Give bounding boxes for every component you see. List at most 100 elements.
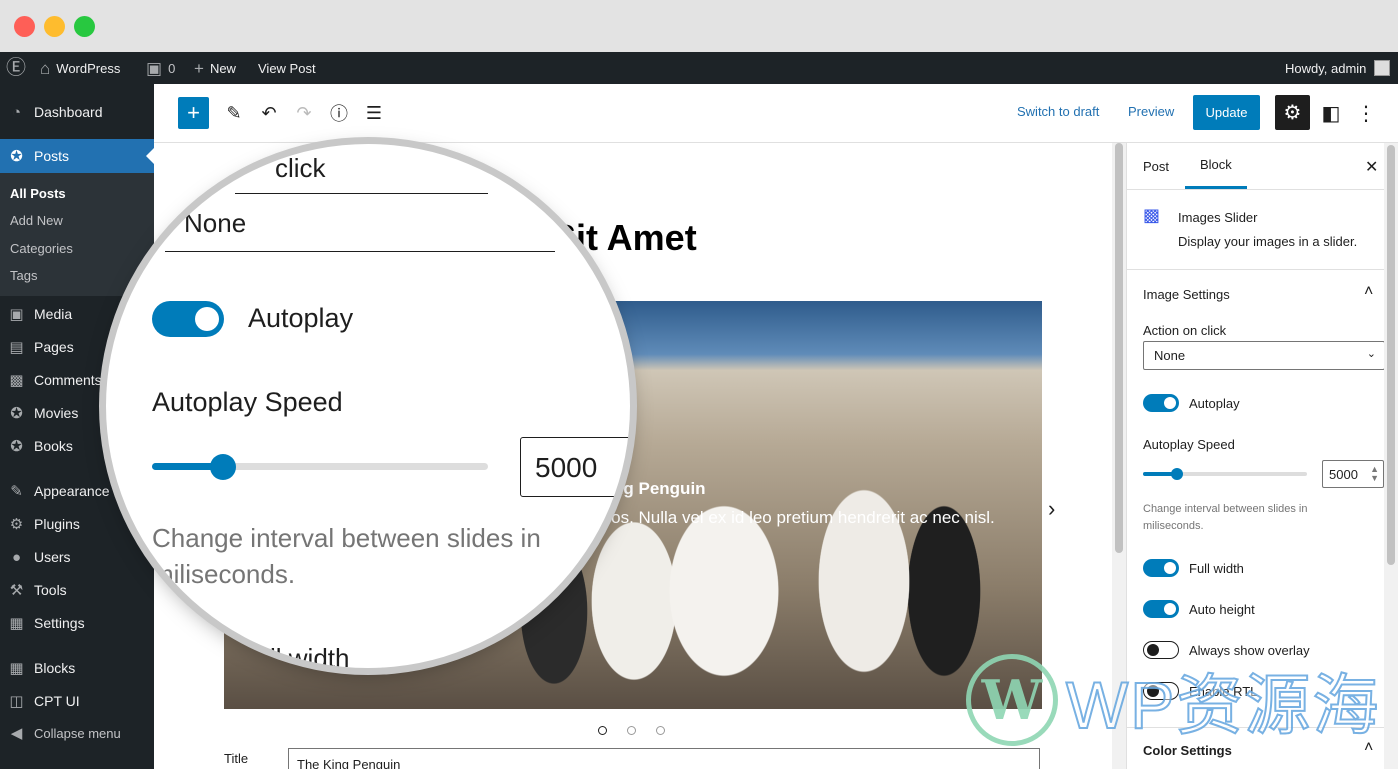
settings-toggle-button[interactable]: ⚙ bbox=[1275, 95, 1310, 130]
redo-icon: ↷ bbox=[296, 102, 312, 123]
submenu-add-new[interactable]: Add New bbox=[10, 213, 63, 228]
menu-blocks-label: Blocks bbox=[34, 660, 76, 676]
collapse-menu-button[interactable]: ◀ Collapse menu bbox=[0, 716, 154, 750]
slider-dot[interactable] bbox=[656, 726, 665, 735]
pencil-icon: ✎ bbox=[226, 102, 242, 123]
auto-height-toggle[interactable] bbox=[1143, 600, 1179, 618]
menu-plugins-label: Plugins bbox=[34, 516, 80, 532]
site-name-label: WordPress bbox=[56, 60, 121, 76]
more-options-button[interactable]: ⋮ bbox=[1354, 97, 1378, 129]
action-on-click-value: None bbox=[1154, 348, 1186, 363]
avatar bbox=[1374, 60, 1391, 76]
undo-button[interactable]: ↶ bbox=[255, 97, 283, 129]
close-icon: ✕ bbox=[1365, 159, 1379, 176]
close-panel-button[interactable]: ✕ bbox=[1365, 157, 1378, 177]
action-on-click-select[interactable]: None ⌄ bbox=[1143, 341, 1385, 370]
action-on-click-label: Action on click bbox=[1143, 323, 1227, 338]
preview-button[interactable]: Preview bbox=[1128, 104, 1174, 119]
tab-block[interactable]: Block bbox=[1185, 143, 1247, 189]
vertical-ellipsis-icon: ⋮ bbox=[1356, 102, 1376, 125]
mag-speed-input: 5000 bbox=[520, 437, 630, 497]
menu-dashboard[interactable]: ◔ Dashboard bbox=[0, 95, 154, 129]
menu-cpt-ui[interactable]: ◫ CPT UI bbox=[0, 684, 154, 718]
speed-slider-thumb[interactable] bbox=[1171, 468, 1184, 480]
list-view-icon: ☰ bbox=[365, 102, 383, 123]
menu-pages-label: Pages bbox=[34, 339, 74, 355]
pushpin-icon: ✪ bbox=[10, 438, 23, 455]
slider-next-button[interactable]: › bbox=[1048, 496, 1055, 522]
divider bbox=[1127, 189, 1385, 190]
image-settings-heading[interactable]: Image Settings bbox=[1143, 287, 1230, 302]
submenu-tags[interactable]: Tags bbox=[10, 268, 37, 283]
comments-icon: ▩ bbox=[9, 372, 24, 389]
magnifier-callout: click None Autoplay Autoplay Speed 5000 … bbox=[106, 144, 630, 668]
zoom-window-button[interactable] bbox=[74, 16, 95, 37]
menu-users-label: Users bbox=[34, 549, 71, 565]
paintbrush-icon: ✎ bbox=[10, 483, 23, 500]
panel-scrollbar[interactable] bbox=[1384, 143, 1398, 769]
mag-help-line2: miliseconds. bbox=[152, 559, 296, 589]
details-button[interactable]: ⓘ bbox=[325, 97, 353, 129]
panel-scrollbar-thumb[interactable] bbox=[1387, 145, 1395, 565]
update-button[interactable]: Update bbox=[1193, 95, 1260, 130]
submenu-all-posts[interactable]: All Posts bbox=[10, 186, 66, 201]
plugin-sidebar-button[interactable]: ◧ bbox=[1316, 97, 1346, 129]
media-icon: ▣ bbox=[9, 306, 24, 323]
mag-speed-slider bbox=[152, 454, 488, 480]
chevron-down-icon: ⌄ bbox=[1366, 348, 1376, 360]
view-post-link[interactable]: View Post bbox=[258, 52, 316, 84]
menu-cpt-ui-label: CPT UI bbox=[34, 693, 80, 709]
auto-height-label: Auto height bbox=[1189, 602, 1255, 617]
howdy-label: Howdy, admin bbox=[1285, 60, 1367, 76]
slider-pagination bbox=[598, 726, 665, 735]
autoplay-toggle[interactable] bbox=[1143, 394, 1179, 412]
menu-appearance-label: Appearance bbox=[34, 483, 110, 499]
pushpin-icon: ✪ bbox=[10, 405, 23, 422]
divider bbox=[1127, 269, 1385, 270]
mag-divider bbox=[235, 193, 488, 194]
slide-title-input[interactable]: The King Penguin bbox=[288, 748, 1040, 769]
user-icon: ● bbox=[11, 548, 22, 566]
block-icon: ▩ bbox=[1143, 205, 1161, 225]
wp-logo-menu[interactable]: Ⓔ bbox=[6, 52, 26, 84]
view-post-label: View Post bbox=[258, 60, 316, 76]
list-view-button[interactable]: ☰ bbox=[360, 97, 388, 129]
gear-icon: ⚙ bbox=[1283, 102, 1302, 124]
plugin-icon: ⚙ bbox=[9, 516, 24, 533]
submenu-categories[interactable]: Categories bbox=[10, 241, 73, 256]
undo-icon: ↶ bbox=[261, 102, 277, 123]
mag-select-border bbox=[165, 251, 555, 252]
minimize-window-button[interactable] bbox=[44, 16, 65, 37]
site-name-link[interactable]: ⌂ WordPress bbox=[40, 52, 120, 84]
settings-icon: ▦ bbox=[9, 615, 24, 632]
new-content-link[interactable]: + New bbox=[194, 52, 236, 84]
menu-settings-label: Settings bbox=[34, 615, 85, 631]
edit-tool-button[interactable]: ✎ bbox=[220, 97, 248, 129]
autoplay-speed-slider[interactable] bbox=[1143, 468, 1307, 480]
slider-dot[interactable] bbox=[598, 726, 607, 735]
close-window-button[interactable] bbox=[14, 16, 35, 37]
tab-post[interactable]: Post bbox=[1143, 143, 1169, 189]
collapse-arrow-icon: ◀ bbox=[10, 725, 23, 742]
collapse-section-icon[interactable]: ˄ bbox=[1364, 283, 1373, 301]
autoplay-speed-input[interactable]: 5000 ▲ ▼ bbox=[1322, 460, 1384, 488]
block-description: Display your images in a slider. bbox=[1178, 234, 1358, 249]
menu-comments-label: Comments bbox=[34, 372, 102, 388]
wrench-icon: ⚒ bbox=[9, 582, 24, 599]
add-block-button[interactable]: + bbox=[178, 97, 209, 129]
full-width-toggle[interactable] bbox=[1143, 559, 1179, 577]
redo-button[interactable]: ↷ bbox=[290, 97, 318, 129]
comments-link[interactable]: ▣ 0 bbox=[146, 52, 175, 84]
menu-dashboard-label: Dashboard bbox=[34, 104, 103, 120]
slide-caption-text: eros. Nulla vel ex id leo pretium hendre… bbox=[596, 508, 995, 527]
editor-scrollbar-thumb[interactable] bbox=[1115, 143, 1123, 553]
switch-to-draft-button[interactable]: Switch to draft bbox=[1017, 104, 1099, 119]
layout-icon: ◧ bbox=[1321, 102, 1341, 125]
account-menu[interactable]: Howdy, admin bbox=[1285, 52, 1391, 84]
autoplay-label: Autoplay bbox=[1189, 396, 1240, 411]
grid-icon: ◫ bbox=[9, 693, 24, 710]
block-name: Images Slider bbox=[1178, 210, 1258, 225]
slider-dot[interactable] bbox=[627, 726, 636, 735]
blocks-icon: ▦ bbox=[9, 660, 24, 677]
pushpin-icon: ✪ bbox=[10, 148, 23, 165]
